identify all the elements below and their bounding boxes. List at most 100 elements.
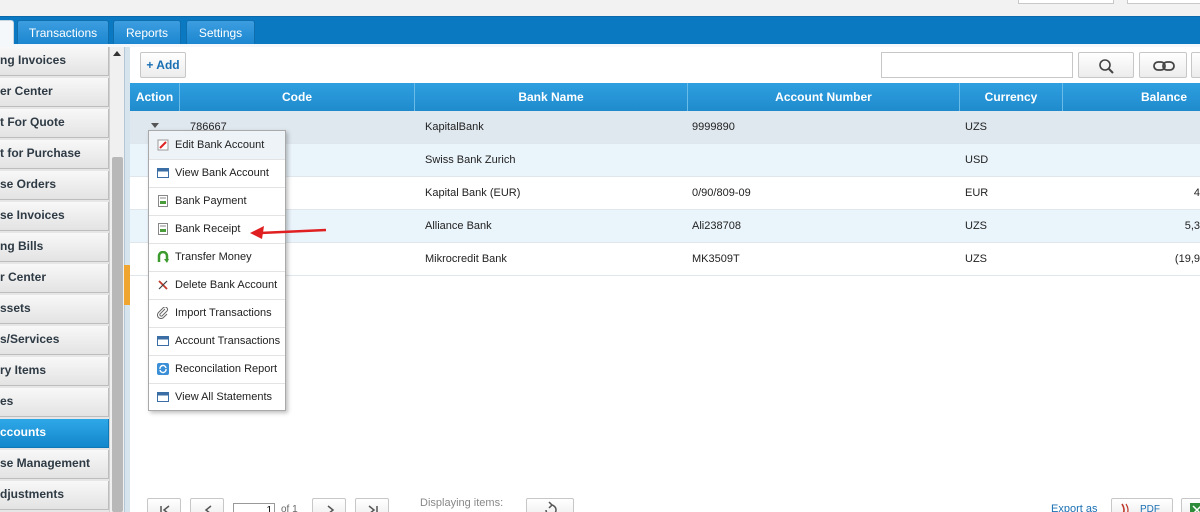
tab-transactions[interactable]: Transactions — [17, 20, 109, 45]
sidebar-item-purchase-orders[interactable]: se Orders — [0, 171, 109, 200]
sidebar-item-es[interactable]: es — [0, 388, 109, 417]
column-header-account-number[interactable]: Account Number — [688, 83, 960, 111]
cell-account-number: 9999890 — [692, 121, 735, 133]
tab-reports[interactable]: Reports — [113, 20, 181, 45]
first-page-button[interactable] — [147, 498, 181, 512]
table-row[interactable]: Mikrocredit Bank MK3509T UZS (19,9 — [130, 243, 1200, 276]
more-button[interactable] — [1191, 52, 1200, 78]
cell-account-number: Ali238708 — [692, 220, 741, 232]
page-number-input[interactable] — [233, 503, 275, 512]
delete-icon — [158, 280, 168, 290]
tab-home[interactable] — [0, 20, 14, 45]
window-icon — [157, 392, 169, 402]
cell-currency: UZS — [965, 220, 987, 232]
sidebar-item-inventory-items[interactable]: ry Items — [0, 357, 109, 386]
menu-item-delete-bank-account[interactable]: Delete Bank Account — [149, 271, 285, 299]
export-excel-button[interactable] — [1181, 498, 1200, 512]
page-count-label: of 1 — [281, 504, 298, 512]
cell-currency: UZS — [965, 253, 987, 265]
prev-page-button[interactable] — [190, 498, 224, 512]
cell-account-number: MK3509T — [692, 253, 740, 265]
menu-item-import-transactions[interactable]: Import Transactions — [149, 299, 285, 327]
cell-balance: 4 — [1193, 187, 1200, 199]
top-input-box-2[interactable] — [1127, 0, 1200, 4]
add-button[interactable]: + Add — [140, 52, 186, 78]
search-button[interactable] — [1078, 52, 1134, 78]
table-row[interactable]: 786667 KapitalBank 9999890 UZS — [130, 111, 1200, 144]
cell-currency: UZS — [965, 121, 987, 133]
transfer-icon — [157, 251, 169, 263]
column-header-bank-name[interactable]: Bank Name — [415, 83, 688, 111]
cell-bank-name: KapitalBank — [425, 121, 484, 133]
sidebar-item-purchase-invoices[interactable]: se Invoices — [0, 202, 109, 231]
column-header-currency[interactable]: Currency — [960, 83, 1063, 111]
menu-item-account-transactions[interactable]: Account Transactions — [149, 327, 285, 355]
edit-icon — [157, 139, 169, 151]
menu-item-view-all-statements[interactable]: View All Statements — [149, 383, 285, 411]
menu-item-label: Transfer Money — [175, 251, 252, 263]
menu-item-label: View Bank Account — [175, 167, 269, 179]
excel-icon — [1190, 503, 1200, 512]
row-action-dropdown-icon[interactable] — [151, 123, 159, 128]
sidebar-item-request-for-quote[interactable]: t For Quote — [0, 109, 109, 138]
menu-item-label: Bank Payment — [175, 195, 247, 207]
table-row[interactable]: Kapital Bank (EUR) 0/90/809-09 EUR 4 — [130, 177, 1200, 210]
scroll-thumb[interactable] — [112, 157, 123, 512]
menu-item-label: Reconcilation Report — [175, 363, 278, 375]
menu-item-transfer-money[interactable]: Transfer Money — [149, 243, 285, 271]
scroll-up-icon[interactable] — [113, 51, 121, 56]
cell-balance — [1070, 111, 1200, 144]
cell-balance: 5,3 — [1184, 220, 1200, 232]
cell-bank-name: Alliance Bank — [425, 220, 492, 232]
refresh-icon — [545, 501, 557, 512]
sidebar-item-vendor-center[interactable]: r Center — [0, 264, 109, 293]
sidebar-item-customer-center[interactable]: er Center — [0, 78, 109, 107]
link-button[interactable] — [1139, 52, 1187, 78]
paperclip-icon — [157, 307, 168, 319]
sidebar-item-adjustments[interactable]: djustments — [0, 481, 109, 510]
menu-item-label: Import Transactions — [175, 307, 272, 319]
refresh-button[interactable] — [526, 498, 574, 512]
search-icon — [1099, 59, 1114, 74]
tab-bar: Transactions Reports Settings — [0, 16, 1200, 45]
sidebar-item-request-for-purchase[interactable]: t for Purchase — [0, 140, 109, 169]
sidebar-item-accounts[interactable]: ccounts — [0, 419, 109, 448]
sidebar-item-assets[interactable]: ssets — [0, 295, 109, 324]
column-header-action[interactable]: Action — [130, 83, 180, 111]
app-window: Transactions Reports Settings ng Invoice… — [0, 0, 1200, 512]
cell-bank-name: Mikrocredit Bank — [425, 253, 507, 265]
tab-settings[interactable]: Settings — [186, 20, 255, 45]
top-strip — [0, 0, 1200, 16]
sidebar-scrollbar[interactable] — [109, 47, 124, 512]
last-page-button[interactable] — [355, 498, 389, 512]
pager: of 1 Displaying items: Export as PDF — [130, 492, 1200, 512]
row-action-menu: Edit Bank Account View Bank Account Bank… — [148, 130, 286, 411]
menu-item-label: View All Statements — [175, 391, 273, 403]
search-input[interactable] — [881, 52, 1073, 78]
menu-item-label: Account Transactions — [175, 335, 281, 347]
cell-currency: USD — [965, 154, 989, 166]
refresh-icon — [157, 363, 169, 375]
column-header-balance[interactable]: Balance — [1063, 83, 1200, 111]
sidebar-item-management[interactable]: se Management — [0, 450, 109, 479]
next-page-icon — [327, 505, 335, 512]
sidebar-item-invoices[interactable]: ng Invoices — [0, 47, 109, 76]
next-page-button[interactable] — [312, 498, 346, 512]
menu-item-edit-bank-account[interactable]: Edit Bank Account — [149, 131, 285, 159]
table-row[interactable]: Swiss Bank Zurich USD — [130, 144, 1200, 177]
cell-account-number: 0/90/809-09 — [692, 187, 751, 199]
sidebar-item-services[interactable]: s/Services — [0, 326, 109, 355]
pdf-icon — [1121, 503, 1129, 512]
cell-bank-name: Kapital Bank (EUR) — [425, 187, 521, 199]
column-header-code[interactable]: Code — [180, 83, 415, 111]
menu-item-label: Edit Bank Account — [175, 139, 265, 151]
menu-item-view-bank-account[interactable]: View Bank Account — [149, 159, 285, 187]
pdf-label: PDF — [1140, 504, 1160, 512]
sidebar-item-bills[interactable]: ng Bills — [0, 233, 109, 262]
menu-item-bank-payment[interactable]: Bank Payment — [149, 187, 285, 215]
export-pdf-button[interactable]: PDF — [1111, 498, 1173, 512]
top-input-box[interactable] — [1018, 0, 1114, 4]
menu-item-reconcilation-report[interactable]: Reconcilation Report — [149, 355, 285, 383]
cell-balance — [1070, 144, 1200, 177]
link-icon — [1153, 61, 1175, 71]
